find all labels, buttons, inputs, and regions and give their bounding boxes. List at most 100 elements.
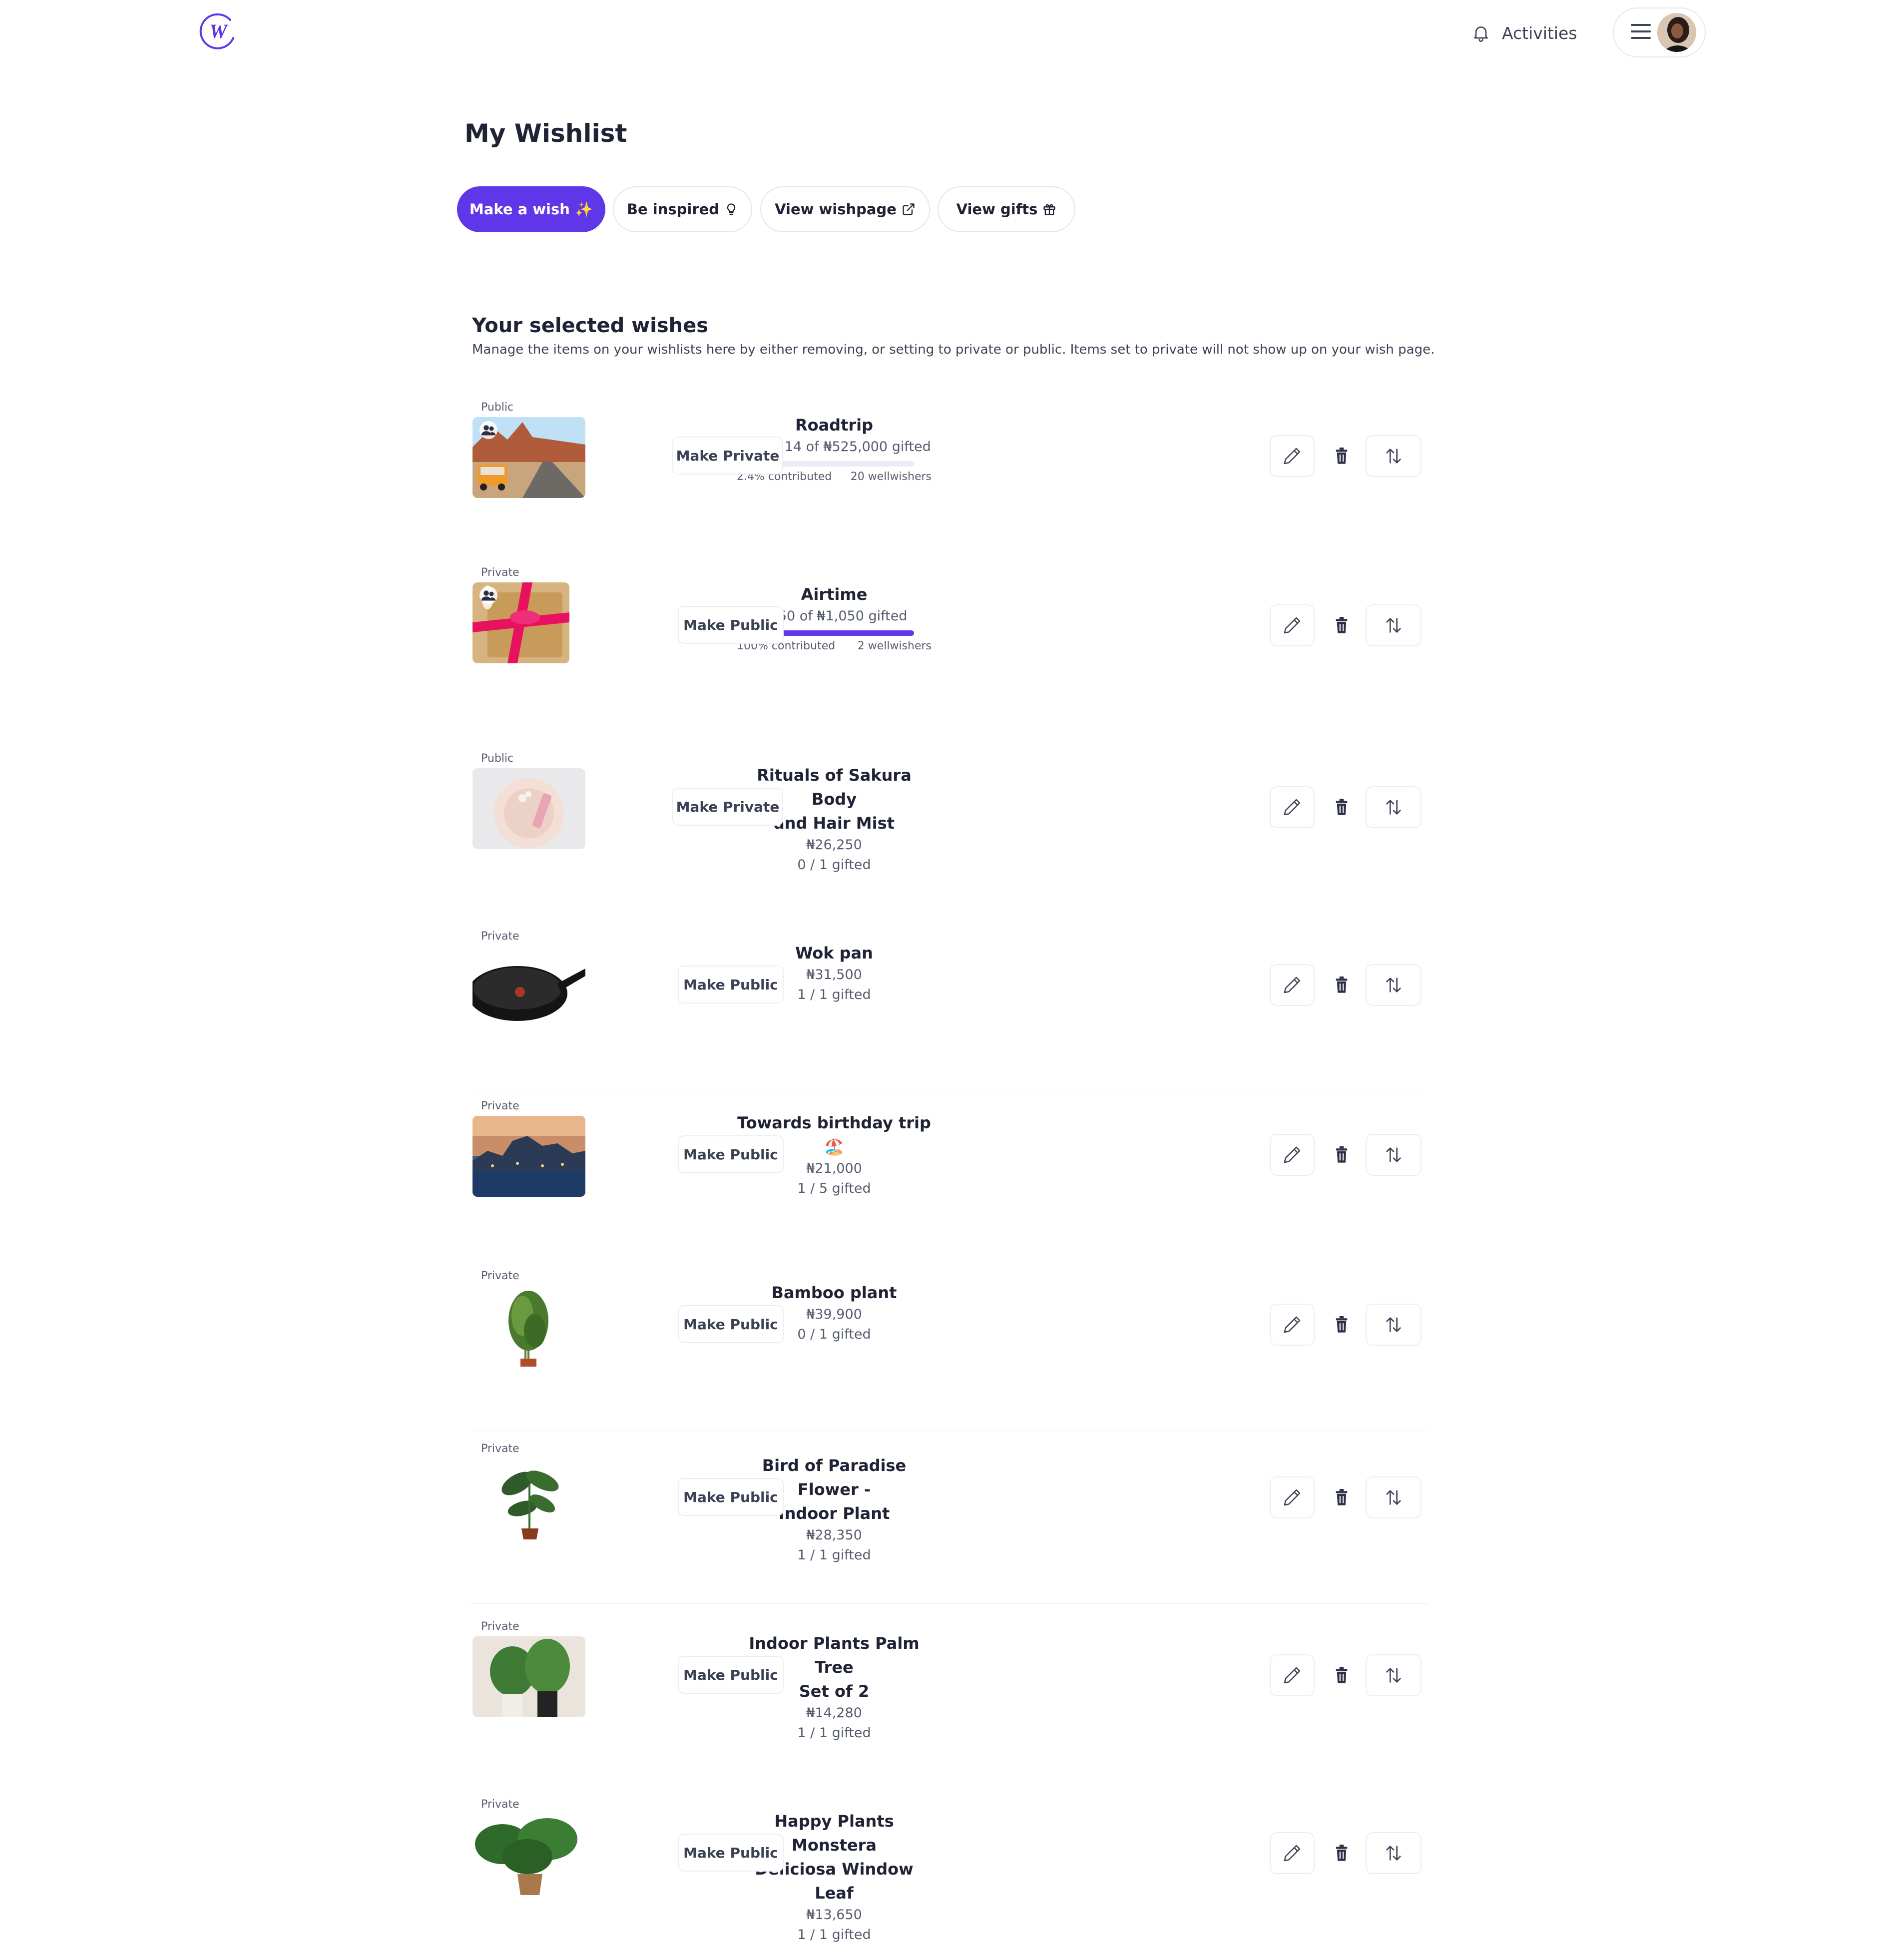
sort-arrows-icon xyxy=(1384,615,1404,635)
visibility-label: Private xyxy=(481,566,519,579)
delete-button[interactable] xyxy=(1332,1843,1352,1863)
item-price: ₦26,250 xyxy=(806,837,862,853)
edit-button[interactable] xyxy=(1270,1304,1315,1346)
user-menu-button[interactable] xyxy=(1613,7,1706,57)
trash-icon xyxy=(1334,1489,1349,1506)
wish-thumbnail[interactable] xyxy=(473,1116,585,1197)
sort-arrows-icon xyxy=(1384,446,1404,466)
gifted-count: 1 / 5 gifted xyxy=(797,1181,871,1196)
wellwishers-count: 2 wellwishers xyxy=(857,640,932,652)
gifted-count: 1 / 1 gifted xyxy=(797,1547,871,1563)
wish-thumbnail[interactable] xyxy=(473,768,585,849)
wish-row: Private Indoor Plants Palm Tree Set of 2 … xyxy=(470,1616,1428,1781)
edit-button[interactable] xyxy=(1270,964,1315,1006)
delete-button[interactable] xyxy=(1332,1665,1352,1685)
sort-arrows-icon xyxy=(1384,1315,1404,1335)
reorder-button[interactable] xyxy=(1366,786,1422,828)
logo-letter: W xyxy=(209,20,228,42)
wish-thumbnail[interactable] xyxy=(473,1636,585,1717)
trash-icon xyxy=(1334,977,1349,993)
toggle-visibility-label: Make Public xyxy=(683,1844,778,1861)
visibility-label: Private xyxy=(481,1270,519,1282)
section-title: Your selected wishes xyxy=(472,314,709,337)
activities-link[interactable]: Activities xyxy=(1471,20,1577,46)
toggle-visibility-label: Make Public xyxy=(683,1146,778,1163)
toggle-visibility-button[interactable]: Make Private xyxy=(672,788,783,826)
logo[interactable]: W xyxy=(198,12,238,52)
toggle-visibility-button[interactable]: Make Public xyxy=(678,1834,784,1872)
visibility-label: Public xyxy=(481,752,514,765)
sort-arrows-icon xyxy=(1384,1145,1404,1165)
toggle-visibility-button[interactable]: Make Public xyxy=(678,966,784,1003)
be-inspired-label: Be inspired xyxy=(626,201,720,218)
group-gift-icon xyxy=(479,421,497,439)
reorder-button[interactable] xyxy=(1366,435,1422,477)
reorder-button[interactable] xyxy=(1366,1654,1422,1696)
reorder-button[interactable] xyxy=(1366,1832,1422,1874)
gifted-count: 0 / 1 gifted xyxy=(797,857,871,873)
external-link-icon xyxy=(903,203,915,215)
edit-button[interactable] xyxy=(1270,1476,1315,1518)
wish-row: Private Happy Plants Monstera Deliciosa W… xyxy=(470,1794,1428,1959)
toggle-visibility-button[interactable]: Make Public xyxy=(678,1656,784,1694)
wish-thumbnail[interactable] xyxy=(473,1814,585,1895)
item-name-line: Roadtrip xyxy=(795,416,874,435)
delete-button[interactable] xyxy=(1332,1145,1352,1165)
wish-thumbnail[interactable] xyxy=(473,946,585,1027)
hamburger-icon xyxy=(1631,24,1651,42)
pencil-icon xyxy=(1282,797,1302,817)
pencil-icon xyxy=(1282,1487,1302,1507)
edit-button[interactable] xyxy=(1270,1654,1315,1696)
pencil-icon xyxy=(1282,1145,1302,1165)
reorder-button[interactable] xyxy=(1366,1304,1422,1346)
toggle-visibility-button[interactable]: Make Private xyxy=(672,437,783,475)
pencil-icon xyxy=(1282,975,1302,995)
wish-row: Private Bird of Paradise Flower - Indoor … xyxy=(470,1439,1428,1604)
edit-button[interactable] xyxy=(1270,1134,1315,1176)
toggle-visibility-button[interactable]: Make Public xyxy=(678,606,784,644)
trash-icon xyxy=(1334,1316,1349,1333)
toggle-visibility-button[interactable]: Make Public xyxy=(678,1478,784,1516)
toggle-visibility-button[interactable]: Make Public xyxy=(678,1305,784,1343)
item-price: ₦28,350 xyxy=(806,1527,862,1543)
wish-row: Private Airtime 1050 of ₦1,050 gifted 10… xyxy=(470,566,1428,731)
sort-arrows-icon xyxy=(1384,1843,1404,1863)
edit-button[interactable] xyxy=(1270,786,1315,828)
visibility-label: Private xyxy=(481,1443,519,1455)
delete-button[interactable] xyxy=(1332,1487,1352,1507)
make-a-wish-button[interactable]: Make a wish ✨ xyxy=(457,186,605,232)
view-gifts-label: View gifts xyxy=(956,201,1038,218)
wish-thumbnail[interactable] xyxy=(473,417,585,498)
view-wishpage-button[interactable]: View wishpage xyxy=(760,186,930,232)
delete-button[interactable] xyxy=(1332,615,1352,635)
reorder-button[interactable] xyxy=(1366,1134,1422,1176)
delete-button[interactable] xyxy=(1332,446,1352,466)
reorder-button[interactable] xyxy=(1366,1476,1422,1518)
be-inspired-button[interactable]: Be inspired xyxy=(613,186,752,232)
bell-icon xyxy=(1474,26,1488,42)
toggle-visibility-label: Make Public xyxy=(683,976,778,993)
toggle-visibility-button[interactable]: Make Public xyxy=(678,1135,784,1173)
wish-thumbnail[interactable] xyxy=(473,582,569,663)
edit-button[interactable] xyxy=(1270,435,1315,477)
delete-button[interactable] xyxy=(1332,797,1352,817)
reorder-button[interactable] xyxy=(1366,964,1422,1006)
wish-info: Happy Plants Monstera Deliciosa Window Le… xyxy=(734,1809,934,1945)
visibility-label: Private xyxy=(481,1100,519,1112)
wish-row: Public Roadtrip 12857.14 of ₦525,000 gif… xyxy=(470,397,1428,562)
delete-button[interactable] xyxy=(1332,1315,1352,1335)
wish-thumbnail[interactable] xyxy=(473,1459,585,1539)
delete-button[interactable] xyxy=(1332,975,1352,995)
trash-icon xyxy=(1334,1146,1349,1163)
reorder-button[interactable] xyxy=(1366,604,1422,646)
wish-row: Private Bamboo plant ₦39,900 0 / 1 gifte… xyxy=(470,1266,1428,1431)
sort-arrows-icon xyxy=(1384,975,1404,995)
sort-arrows-icon xyxy=(1384,797,1404,817)
activities-label: Activities xyxy=(1502,23,1577,43)
edit-button[interactable] xyxy=(1270,1832,1315,1874)
view-wishpage-label: View wishpage xyxy=(775,201,897,218)
wish-thumbnail[interactable] xyxy=(473,1286,585,1367)
edit-button[interactable] xyxy=(1270,604,1315,646)
toggle-visibility-label: Make Private xyxy=(676,798,780,815)
view-gifts-button[interactable]: View gifts xyxy=(938,186,1075,232)
